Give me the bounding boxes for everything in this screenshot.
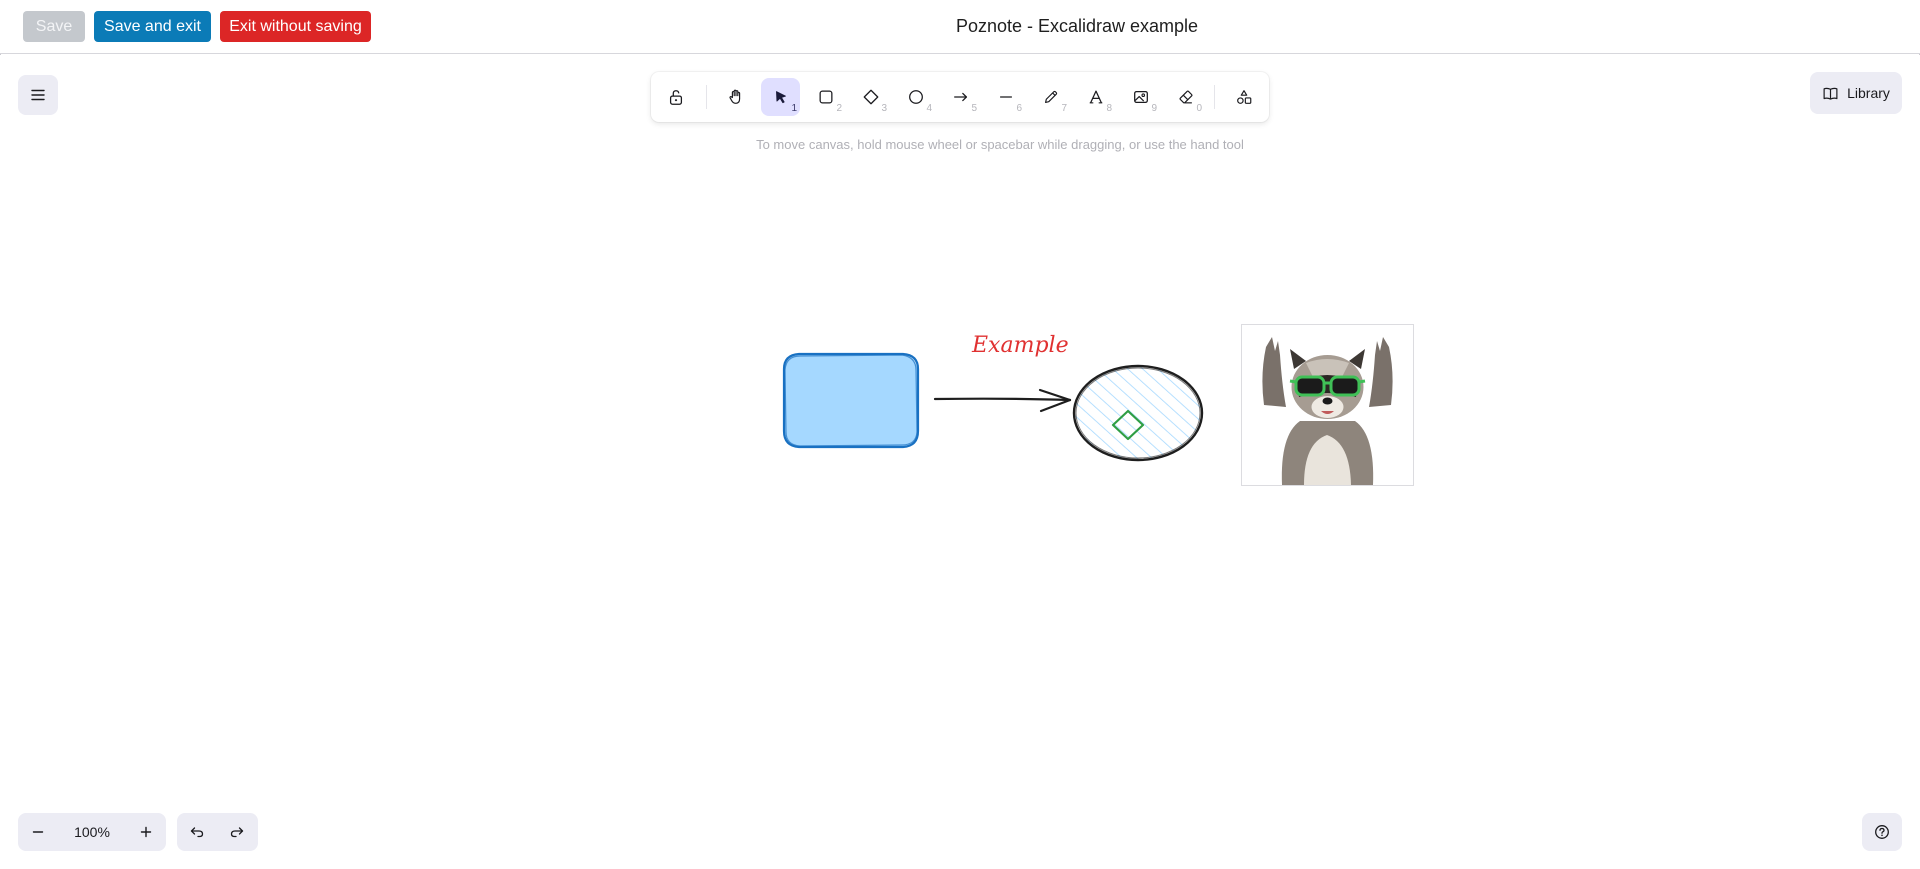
canvas-rectangle[interactable] xyxy=(782,352,920,449)
canvas-hint: To move canvas, hold mouse wheel or spac… xyxy=(0,137,1920,152)
help-icon xyxy=(1875,825,1889,839)
toolbar-separator xyxy=(1214,85,1215,109)
tool-eraser[interactable]: 0 xyxy=(1166,78,1205,116)
minus-icon xyxy=(32,831,44,833)
shortcut-key: 2 xyxy=(836,103,842,114)
canvas-image-raccoon[interactable] xyxy=(1241,324,1414,486)
text-icon xyxy=(1089,90,1102,104)
circle-icon xyxy=(908,90,923,104)
shortcut-key: 0 xyxy=(1196,103,1202,114)
library-label: Library xyxy=(1847,85,1890,101)
rectangle-icon xyxy=(819,90,832,104)
lock-open-icon xyxy=(669,90,682,105)
book-icon xyxy=(1823,87,1838,100)
main-menu-button[interactable] xyxy=(18,75,58,115)
pencil-icon xyxy=(1044,90,1057,103)
canvas-hint-text: To move canvas, hold mouse wheel or spac… xyxy=(756,137,1244,152)
canvas-drawing-layer: Example xyxy=(782,333,1210,466)
tool-extra-shapes[interactable] xyxy=(1224,78,1263,116)
shortcut-key: 6 xyxy=(1016,103,1022,114)
tool-selection[interactable]: 1 xyxy=(761,78,800,116)
tool-lock[interactable] xyxy=(656,78,695,116)
undo-redo-controls xyxy=(177,813,258,851)
undo-icon xyxy=(190,827,204,838)
tool-draw[interactable]: 7 xyxy=(1031,78,1070,116)
tool-image[interactable]: 9 xyxy=(1121,78,1160,116)
toolbar-separator xyxy=(706,85,707,109)
redo-button[interactable] xyxy=(217,813,257,851)
arrow-icon xyxy=(953,92,967,102)
library-button[interactable]: Library xyxy=(1810,72,1902,114)
tool-line[interactable]: 6 xyxy=(986,78,1025,116)
shortcut-key: 4 xyxy=(926,103,932,114)
zoom-in-button[interactable] xyxy=(126,813,166,851)
zoom-level[interactable]: 100% xyxy=(58,813,126,851)
shortcut-key: 3 xyxy=(881,103,887,114)
line-icon xyxy=(999,96,1012,98)
shapes-icon xyxy=(1236,90,1251,104)
shortcut-key: 1 xyxy=(791,103,797,114)
tool-hand[interactable] xyxy=(716,78,755,116)
canvas-arrow[interactable] xyxy=(933,388,1072,413)
help-button[interactable] xyxy=(1862,813,1902,851)
pointer-icon xyxy=(775,91,786,104)
shortcut-key: 9 xyxy=(1151,103,1157,114)
redo-icon xyxy=(230,827,244,838)
plus-icon xyxy=(140,826,152,838)
eraser-icon xyxy=(1178,90,1193,104)
tool-rectangle[interactable]: 2 xyxy=(806,78,845,116)
zoom-controls: 100% xyxy=(18,813,166,851)
zoom-out-button[interactable] xyxy=(18,813,58,851)
tool-arrow[interactable]: 5 xyxy=(941,78,980,116)
shortcut-key: 8 xyxy=(1106,103,1112,114)
tool-ellipse[interactable]: 4 xyxy=(896,78,935,116)
raccoon-image xyxy=(1262,337,1393,485)
hamburger-icon xyxy=(31,89,45,101)
canvas-ellipse[interactable] xyxy=(1070,362,1210,466)
undo-button[interactable] xyxy=(177,813,217,851)
shape-toolbar: 1 2 3 4 5 6 7 8 9 0 xyxy=(651,72,1269,122)
tool-text[interactable]: 8 xyxy=(1076,78,1115,116)
shortcut-key: 5 xyxy=(971,103,977,114)
canvas-text-example[interactable]: Example xyxy=(971,333,1069,358)
image-icon xyxy=(1133,90,1148,104)
diamond-icon xyxy=(863,89,878,105)
shortcut-key: 7 xyxy=(1061,103,1067,114)
hand-icon xyxy=(728,89,740,104)
tool-diamond[interactable]: 3 xyxy=(851,78,890,116)
